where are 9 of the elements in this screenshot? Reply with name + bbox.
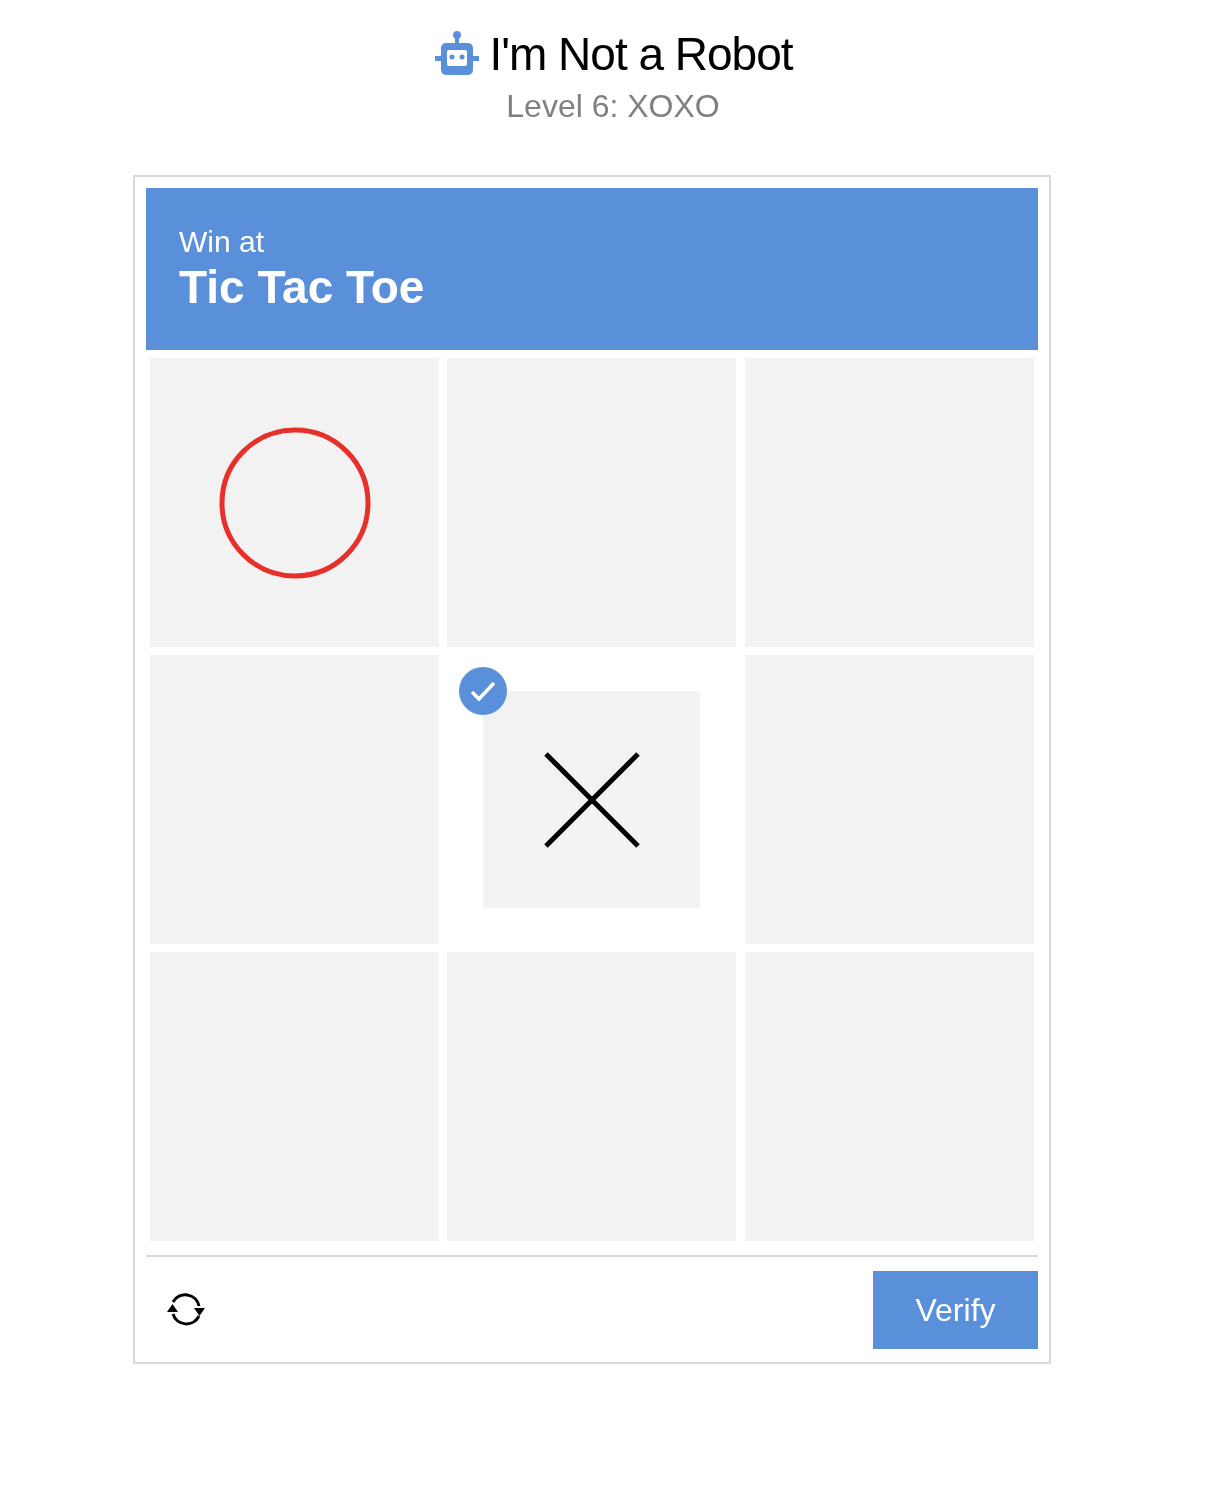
check-badge-icon (458, 666, 509, 716)
verify-button[interactable]: Verify (873, 1271, 1038, 1349)
board-tile[interactable] (150, 358, 439, 647)
level-subtitle: Level 6: XOXO (506, 87, 720, 126)
challenge-game: Tic Tac Toe (179, 260, 426, 314)
robot-icon (433, 30, 482, 78)
page-title: I'm Not a Robot (489, 27, 793, 82)
board-tile[interactable] (483, 691, 701, 908)
challenge-prompt: Win at (179, 224, 266, 260)
